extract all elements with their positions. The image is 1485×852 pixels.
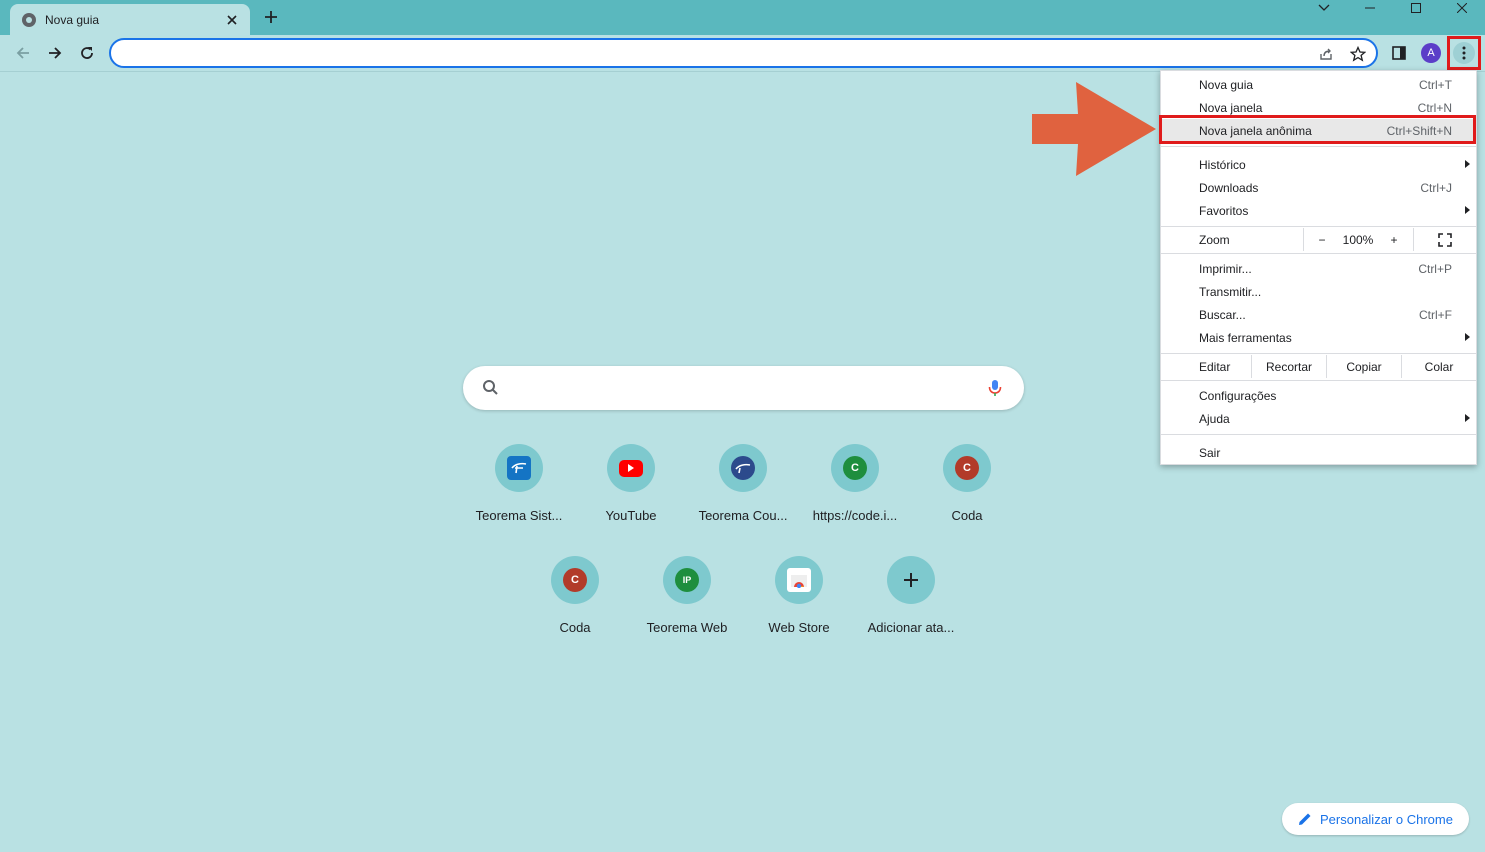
menu-divider <box>1161 146 1476 147</box>
shortcut-label: Web Store <box>768 620 830 635</box>
submenu-arrow-icon <box>1465 206 1470 214</box>
shortcut-label: Teorema Cou... <box>698 508 788 523</box>
reload-icon <box>81 47 93 59</box>
highlight-box <box>1159 115 1476 144</box>
customize-label: Personalizar o Chrome <box>1320 811 1453 827</box>
tab-title: Nova guia <box>45 12 100 27</box>
copy-button[interactable]: Copiar <box>1327 355 1401 378</box>
shortcut-tile[interactable]: Teorema Cou... <box>687 444 799 544</box>
zoom-value: 100% <box>1342 232 1374 247</box>
share-icon[interactable] <box>1317 45 1335 63</box>
shortcut-tile[interactable]: YouTube <box>575 444 687 544</box>
webstore-icon <box>787 568 811 592</box>
submenu-arrow-icon <box>1465 160 1470 168</box>
menu-divider <box>1161 226 1476 227</box>
shortcut-label: YouTube <box>605 508 657 523</box>
menu-divider <box>1161 434 1476 435</box>
close-window-button[interactable] <box>1439 0 1485 15</box>
customize-chrome-button[interactable]: Personalizar o Chrome <box>1282 803 1469 835</box>
submenu-arrow-icon <box>1465 414 1470 422</box>
back-arrow-icon <box>16 47 29 59</box>
shortcut-tile[interactable]: IP Teorema Web <box>631 556 743 656</box>
shortcut-tile[interactable]: Teorema Sist... <box>463 444 575 544</box>
shortcut-tile[interactable]: C Coda <box>911 444 1023 544</box>
menu-item-cast[interactable]: Transmitir... <box>1161 280 1476 303</box>
menu-item-more-tools[interactable]: Mais ferramentas <box>1161 326 1476 349</box>
paste-button[interactable]: Colar <box>1402 355 1476 378</box>
forward-arrow-icon <box>49 47 62 59</box>
zoom-in-button[interactable]: + <box>1383 228 1405 251</box>
profile-button[interactable]: A <box>1419 41 1443 65</box>
tab-search-button[interactable] <box>1301 0 1347 15</box>
zoom-label: Zoom <box>1199 232 1230 247</box>
plus-icon <box>904 573 918 587</box>
teorema-courses-icon <box>731 456 755 480</box>
back-button[interactable] <box>10 40 36 66</box>
cut-button[interactable]: Recortar <box>1252 355 1326 378</box>
reload-button[interactable] <box>74 40 100 66</box>
minimize-button[interactable] <box>1347 0 1393 15</box>
menu-item-downloads[interactable]: Downloads Ctrl+J <box>1161 176 1476 199</box>
zoom-out-button[interactable]: − <box>1311 228 1333 251</box>
fullscreen-button[interactable] <box>1431 228 1459 251</box>
menu-zoom-row: Zoom − 100% + <box>1161 228 1476 251</box>
menu-item-history[interactable]: Histórico <box>1161 153 1476 176</box>
menu-item-exit[interactable]: Sair <box>1161 441 1476 464</box>
avatar: A <box>1421 43 1441 63</box>
shortcut-label: Adicionar ata... <box>867 620 955 635</box>
forward-button[interactable] <box>42 40 68 66</box>
new-tab-button[interactable] <box>261 8 281 28</box>
tab-nova-guia[interactable]: Nova guia <box>10 4 250 35</box>
omnibox[interactable] <box>109 38 1378 68</box>
three-dots-icon <box>1453 42 1475 64</box>
pencil-icon <box>1299 813 1311 825</box>
letter-avatar-icon: C <box>955 456 979 480</box>
shortcut-label: https://code.i... <box>812 508 898 523</box>
add-shortcut-tile[interactable]: Adicionar ata... <box>855 556 967 656</box>
edit-label: Editar <box>1199 359 1231 374</box>
menu-divider <box>1161 253 1476 254</box>
letter-avatar-icon: IP <box>675 568 699 592</box>
menu-item-new-tab[interactable]: Nova guia Ctrl+T <box>1161 73 1476 96</box>
fullscreen-icon <box>1438 232 1452 247</box>
shortcut-tile[interactable]: C Coda <box>519 556 631 656</box>
close-tab-icon[interactable] <box>224 12 240 28</box>
letter-avatar-icon: C <box>843 456 867 480</box>
chrome-menu-button[interactable] <box>1447 36 1481 70</box>
menu-edit-row: Editar Recortar Copiar Colar <box>1161 355 1476 378</box>
ntp-search-box[interactable] <box>463 366 1024 410</box>
menu-item-bookmarks[interactable]: Favoritos <box>1161 199 1476 222</box>
menu-divider <box>1161 380 1476 381</box>
shortcut-label: Teorema Sist... <box>475 508 563 523</box>
chrome-icon <box>22 12 36 27</box>
side-panel-icon[interactable] <box>1387 41 1411 65</box>
maximize-button[interactable] <box>1393 0 1439 15</box>
menu-item-print[interactable]: Imprimir... Ctrl+P <box>1161 257 1476 280</box>
shortcut-label: Teorema Web <box>646 620 728 635</box>
pointer-arrow-icon <box>1032 82 1156 176</box>
submenu-arrow-icon <box>1465 333 1470 341</box>
tab-strip: Nova guia <box>0 0 1485 35</box>
youtube-icon <box>619 459 643 477</box>
menu-item-find[interactable]: Buscar... Ctrl+F <box>1161 303 1476 326</box>
shortcut-label: Coda <box>559 620 591 635</box>
bookmark-star-icon[interactable] <box>1349 45 1367 63</box>
menu-item-settings[interactable]: Configurações <box>1161 384 1476 407</box>
menu-item-help[interactable]: Ajuda <box>1161 407 1476 430</box>
shortcut-label: Coda <box>951 508 983 523</box>
letter-avatar-icon: C <box>563 568 587 592</box>
teorema-icon <box>507 456 531 480</box>
toolbar: A <box>0 35 1485 72</box>
microphone-icon[interactable] <box>985 378 1005 398</box>
menu-divider <box>1161 353 1476 354</box>
search-icon <box>483 380 498 395</box>
shortcut-tile[interactable]: Web Store <box>743 556 855 656</box>
shortcut-tile[interactable]: C https://code.i... <box>799 444 911 544</box>
